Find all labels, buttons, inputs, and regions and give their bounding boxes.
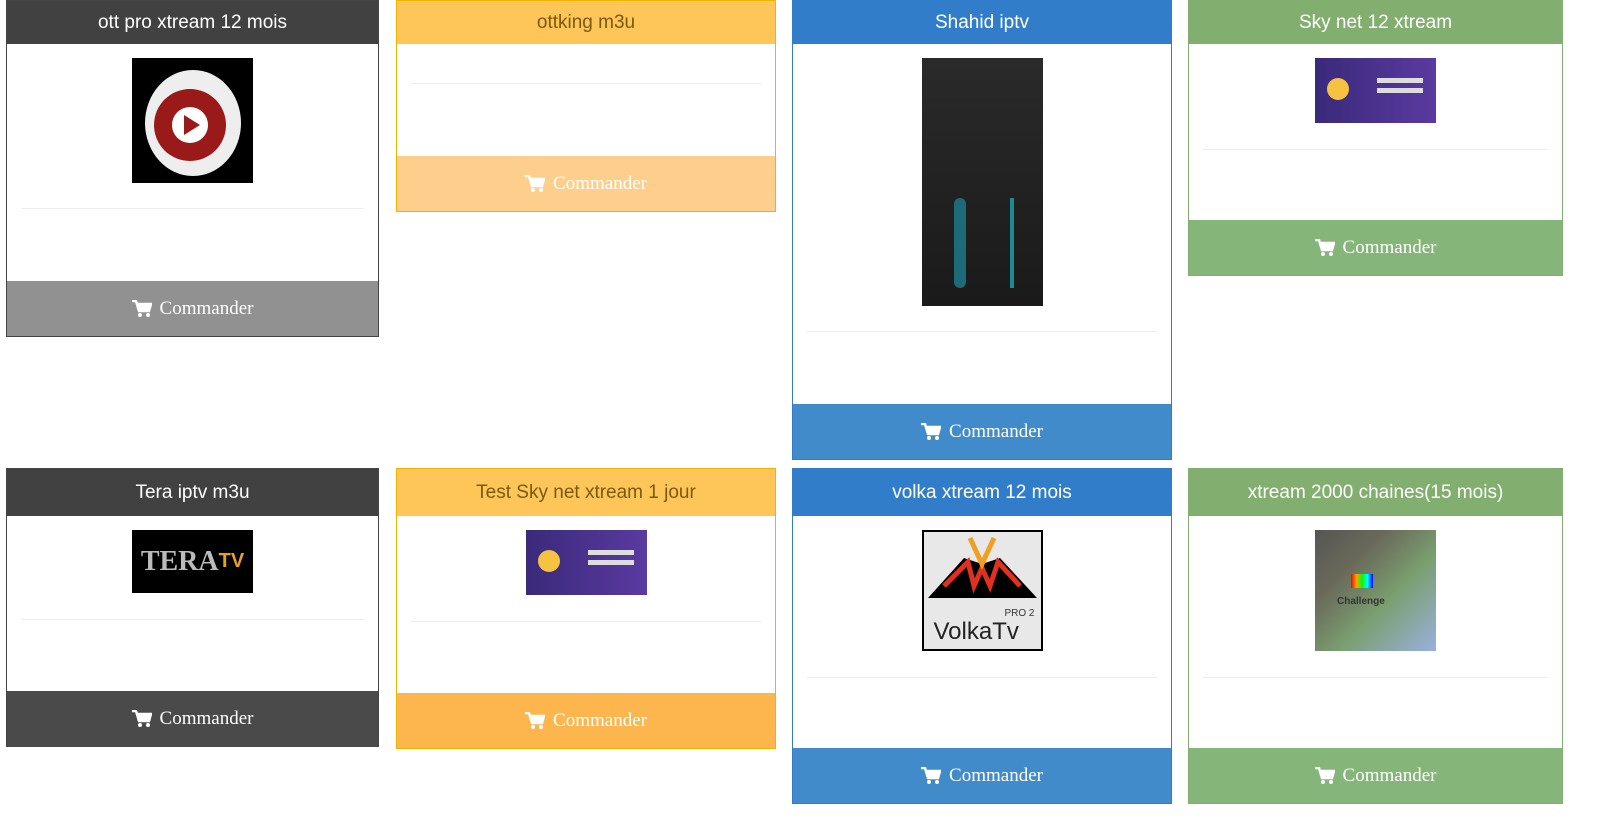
- card-title: Shahid iptv: [793, 1, 1171, 44]
- product-image[interactable]: [921, 58, 1043, 306]
- card-title: ott pro xtream 12 mois: [7, 1, 378, 44]
- cart-icon: [1314, 238, 1335, 256]
- order-button[interactable]: Commander: [7, 691, 378, 746]
- product-card: ott pro xtream 12 mois Commander: [6, 0, 379, 337]
- product-image[interactable]: [525, 530, 647, 595]
- divider: [21, 619, 364, 620]
- product-card: Shahid iptv Commander: [792, 0, 1172, 460]
- cart-icon: [131, 299, 152, 317]
- card-title: xtream 2000 chaines(15 mois): [1189, 469, 1562, 516]
- product-image[interactable]: Challenge: [1315, 530, 1436, 651]
- divider: [411, 83, 761, 84]
- cart-icon: [1314, 766, 1335, 784]
- card-title: Tera iptv m3u: [7, 469, 378, 516]
- divider: [21, 208, 364, 209]
- card-title: ottking m3u: [397, 1, 775, 44]
- divider: [1203, 149, 1548, 150]
- card-title: volka xtream 12 mois: [793, 469, 1171, 516]
- product-card: xtream 2000 chaines(15 mois) Challenge C…: [1188, 468, 1563, 804]
- order-button[interactable]: Commander: [1189, 220, 1562, 275]
- product-card: Tera iptv m3u TERA TV Commander: [6, 468, 379, 747]
- divider: [1203, 677, 1548, 678]
- divider: [807, 331, 1157, 332]
- divider: [807, 677, 1157, 678]
- cart-icon: [921, 766, 942, 784]
- cart-icon: [921, 422, 942, 440]
- product-card: Sky net 12 xtream Commander: [1188, 0, 1563, 276]
- order-button[interactable]: Commander: [793, 404, 1171, 459]
- order-button[interactable]: Commander: [7, 281, 378, 336]
- card-title: Sky net 12 xtream: [1189, 1, 1562, 44]
- order-button[interactable]: Commander: [1189, 748, 1562, 803]
- divider: [411, 621, 761, 622]
- product-image[interactable]: PRO 2 VolkaTv: [921, 530, 1043, 651]
- order-button[interactable]: Commander: [397, 156, 775, 211]
- product-image[interactable]: TERA TV: [132, 530, 253, 593]
- cart-icon: [525, 711, 546, 729]
- order-button[interactable]: Commander: [397, 693, 775, 748]
- cart-icon: [131, 709, 152, 727]
- product-image[interactable]: [1315, 58, 1436, 123]
- card-title: Test Sky net xtream 1 jour: [397, 469, 775, 516]
- product-card: ottking m3u Commander: [396, 0, 776, 212]
- product-card: Test Sky net xtream 1 jour Commander: [396, 468, 776, 749]
- order-button[interactable]: Commander: [793, 748, 1171, 803]
- cart-icon: [525, 174, 546, 192]
- product-image[interactable]: [132, 58, 253, 183]
- product-card: volka xtream 12 mois PRO 2 VolkaTv Comma…: [792, 468, 1172, 804]
